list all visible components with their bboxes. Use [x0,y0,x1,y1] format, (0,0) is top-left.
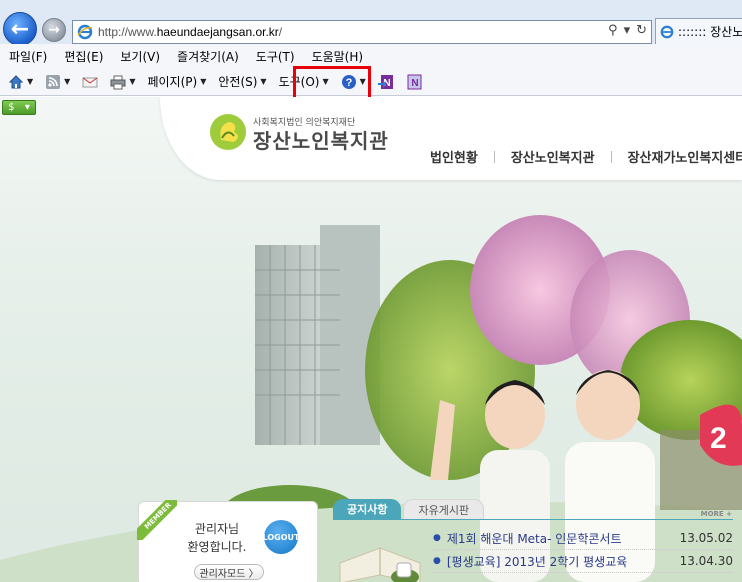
onenote-icon: N [407,74,422,89]
forward-arrow-icon: → [48,22,60,38]
chevron-down-icon: ▾ [24,102,30,113]
board-panel: 공지사항 자유게시판 MORE + ● 제1회 해운대 Meta- 인문학콘서트… [330,499,742,582]
menu-file[interactable]: 파일(F) [9,48,47,65]
board-divider [333,519,733,520]
post-title[interactable]: 제1회 해운대 Meta- 인문학콘서트 [447,530,672,547]
member-ribbon: MEMBER [137,500,177,540]
book-image [335,533,425,582]
onenote-button[interactable]: N [406,74,422,90]
post-date: 13.05.02 [679,531,733,545]
menu-bar: 파일(F) 편집(E) 보기(V) 즐겨찾기(A) 도구(T) 도움말(H) [0,44,742,68]
tab-notice[interactable]: 공지사항 [333,499,402,519]
svg-text:?: ? [345,77,352,89]
nav-welfare-center[interactable]: 장산노인복지관 [511,147,595,166]
browser-toolbar: ← → http://www.haeundaejangsan.or.kr/ ⚲ … [0,0,742,46]
tab-active[interactable]: ::::::: 장산노 [655,18,742,44]
logout-button[interactable]: LOGOUT [263,520,299,554]
menu-help[interactable]: 도움말(H) [312,48,364,65]
list-item[interactable]: ● [평생교육] 2013년 2학기 평생교육 13.04.30 [433,550,733,573]
search-icon[interactable]: ⚲ [608,23,618,38]
address-url: http://www.haeundaejangsan.or.kr/ [98,25,283,39]
member-panel: MEMBER 관리자님 환영합니다. LOGOUT 관리자모드 〉 [137,500,318,582]
banner-number: 2 [710,422,727,455]
bullet-icon: ● [433,556,441,566]
bullet-icon: ● [433,533,441,543]
chevron-down-icon: ▼ [322,77,329,86]
ie-page-icon [76,23,94,41]
mail-button[interactable] [82,74,98,90]
home-button[interactable]: ▼ [8,74,33,90]
forward-button[interactable]: → [42,18,66,42]
nav-corporation[interactable]: 법인현황 [430,147,478,166]
safety-menu-button[interactable]: 안전(S) ▼ [218,73,266,90]
post-date: 13.04.30 [679,554,733,568]
board-list: ● 제1회 해운대 Meta- 인문학콘서트 13.05.02 ● [평생교육]… [433,527,733,573]
status-chip[interactable]: $ ▾ [2,100,36,115]
rss-icon [46,74,61,89]
ie-tab-icon [660,25,674,38]
board-tabs: 공지사항 자유게시판 [333,499,485,519]
dropdown-arrow-icon[interactable]: ▾ [624,23,631,38]
onenote-send-icon: N [377,74,393,89]
member-name: 관리자님 [194,522,240,536]
address-bar[interactable]: http://www.haeundaejangsan.or.kr/ ⚲ ▾ ↻ [72,20,652,44]
back-button[interactable]: ← [3,12,37,46]
nav-divider [493,150,495,163]
mail-icon [82,77,98,87]
web-page: 2 사회복지법인 의안복지재단 장산노인복지관 법인현황 장산노인복지관 장산재… [0,97,742,582]
page-menu-button[interactable]: 페이지(P) ▼ [147,73,206,90]
chevron-down-icon: ▼ [200,77,207,86]
main-navigation: 법인현황 장산노인복지관 장산재가노인복지센터 [430,147,742,166]
menu-tools[interactable]: 도구(T) [256,48,295,65]
printer-icon [110,75,126,89]
nav-home-care-center[interactable]: 장산재가노인복지센터 [628,147,742,166]
logo-title[interactable]: 장산노인복지관 [253,125,389,154]
tools-menu-button[interactable]: 도구(O) ▼ [279,73,329,90]
list-item[interactable]: ● 제1회 해운대 Meta- 인문학콘서트 13.05.02 [433,527,733,550]
back-arrow-icon: ← [10,16,30,42]
svg-text:N: N [411,78,418,89]
help-icon: ? [341,74,356,89]
admin-mode-button[interactable]: 관리자모드 〉 [194,564,264,580]
tab-free-board[interactable]: 자유게시판 [403,499,485,519]
menu-edit[interactable]: 편집(E) [64,48,103,65]
refresh-icon[interactable]: ↻ [636,23,647,38]
more-link[interactable]: MORE + [701,510,732,518]
home-icon [8,74,24,88]
chevron-down-icon: ▼ [260,77,267,86]
logo-icon[interactable] [208,112,248,152]
menu-favorites[interactable]: 즐겨찾기(A) [177,48,239,65]
feeds-button[interactable]: ▼ [45,74,70,90]
menu-view[interactable]: 보기(V) [120,48,160,65]
onenote-send-button[interactable]: N [377,74,394,90]
command-bar: ▼ ▼ ▼ 페이지(P) ▼ 안전(S) ▼ 도구(O) ▼ ? ▼ N N [0,68,742,96]
member-welcome: 환영합니다. [187,540,247,554]
post-title[interactable]: [평생교육] 2013년 2학기 평생교육 [447,553,672,570]
nav-divider [610,150,612,163]
help-button[interactable]: ? ▼ [341,74,366,90]
print-button[interactable]: ▼ [110,74,135,90]
tab-title: ::::::: 장산노 [678,25,742,39]
